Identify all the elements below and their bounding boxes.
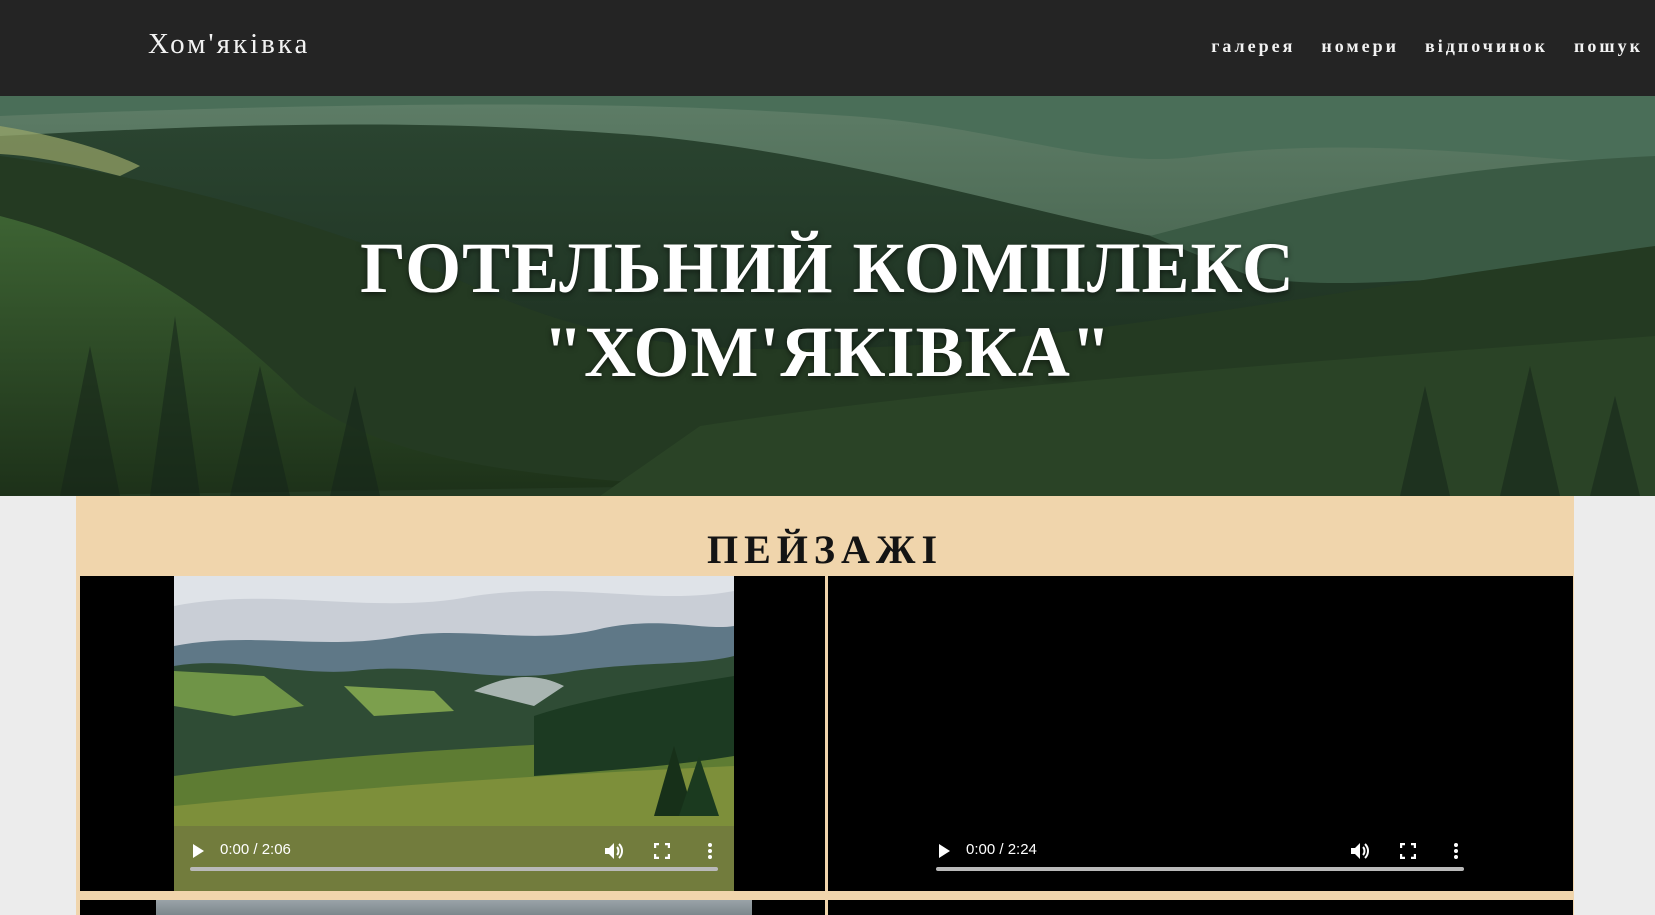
- video-player-4[interactable]: [828, 900, 1573, 915]
- video-thumbnail-3: [156, 900, 752, 915]
- nav-link-gallery[interactable]: галерея: [1211, 36, 1295, 57]
- volume-icon[interactable]: [602, 839, 626, 863]
- video-controls-1: 0:00 / 2:06: [174, 823, 734, 891]
- fullscreen-icon[interactable]: [1396, 839, 1420, 863]
- section-title: ПЕЙЗАЖІ: [706, 527, 944, 572]
- video-progress-bar-1[interactable]: [190, 867, 718, 871]
- video-controls-2: 0:00 / 2:24: [920, 823, 1480, 891]
- hero-banner: ГОТЕЛЬНИЙ КОМПЛЕКС "ХОМ'ЯКІВКА": [0, 96, 1655, 496]
- fullscreen-icon[interactable]: [650, 839, 674, 863]
- video-time-2: 0:00 / 2:24: [966, 841, 1037, 858]
- video-player-2[interactable]: 0:00 / 2:24: [828, 576, 1573, 891]
- nav-link-leisure[interactable]: відпочинок: [1425, 36, 1548, 57]
- nav-link-rooms[interactable]: номери: [1321, 36, 1399, 57]
- top-navbar: Хом'яківка галерея номери відпочинок пош…: [0, 0, 1655, 96]
- more-options-icon[interactable]: [1444, 839, 1468, 863]
- play-icon[interactable]: [186, 839, 210, 863]
- play-icon[interactable]: [932, 839, 956, 863]
- volume-icon[interactable]: [1348, 839, 1372, 863]
- video-progress-bar-2[interactable]: [936, 867, 1464, 871]
- video-player-1[interactable]: 0:00 / 2:06: [80, 576, 825, 891]
- hero-title-line-1: ГОТЕЛЬНИЙ КОМПЛЕКС: [360, 228, 1295, 308]
- video-player-3[interactable]: [80, 900, 825, 915]
- main-nav: галерея номери відпочинок пошук: [1211, 36, 1643, 57]
- more-options-icon[interactable]: [698, 839, 722, 863]
- video-time-1: 0:00 / 2:06: [220, 841, 291, 858]
- nav-link-search[interactable]: пошук: [1574, 36, 1643, 57]
- landscapes-section: ПЕЙЗАЖІ 0:00 / 2:06 0:00 / 2:24: [76, 496, 1574, 915]
- hero-title: ГОТЕЛЬНИЙ КОМПЛЕКС "ХОМ'ЯКІВКА": [0, 226, 1655, 394]
- hero-title-line-2: "ХОМ'ЯКІВКА": [543, 312, 1112, 392]
- brand-logo-link[interactable]: Хом'яківка: [148, 28, 310, 61]
